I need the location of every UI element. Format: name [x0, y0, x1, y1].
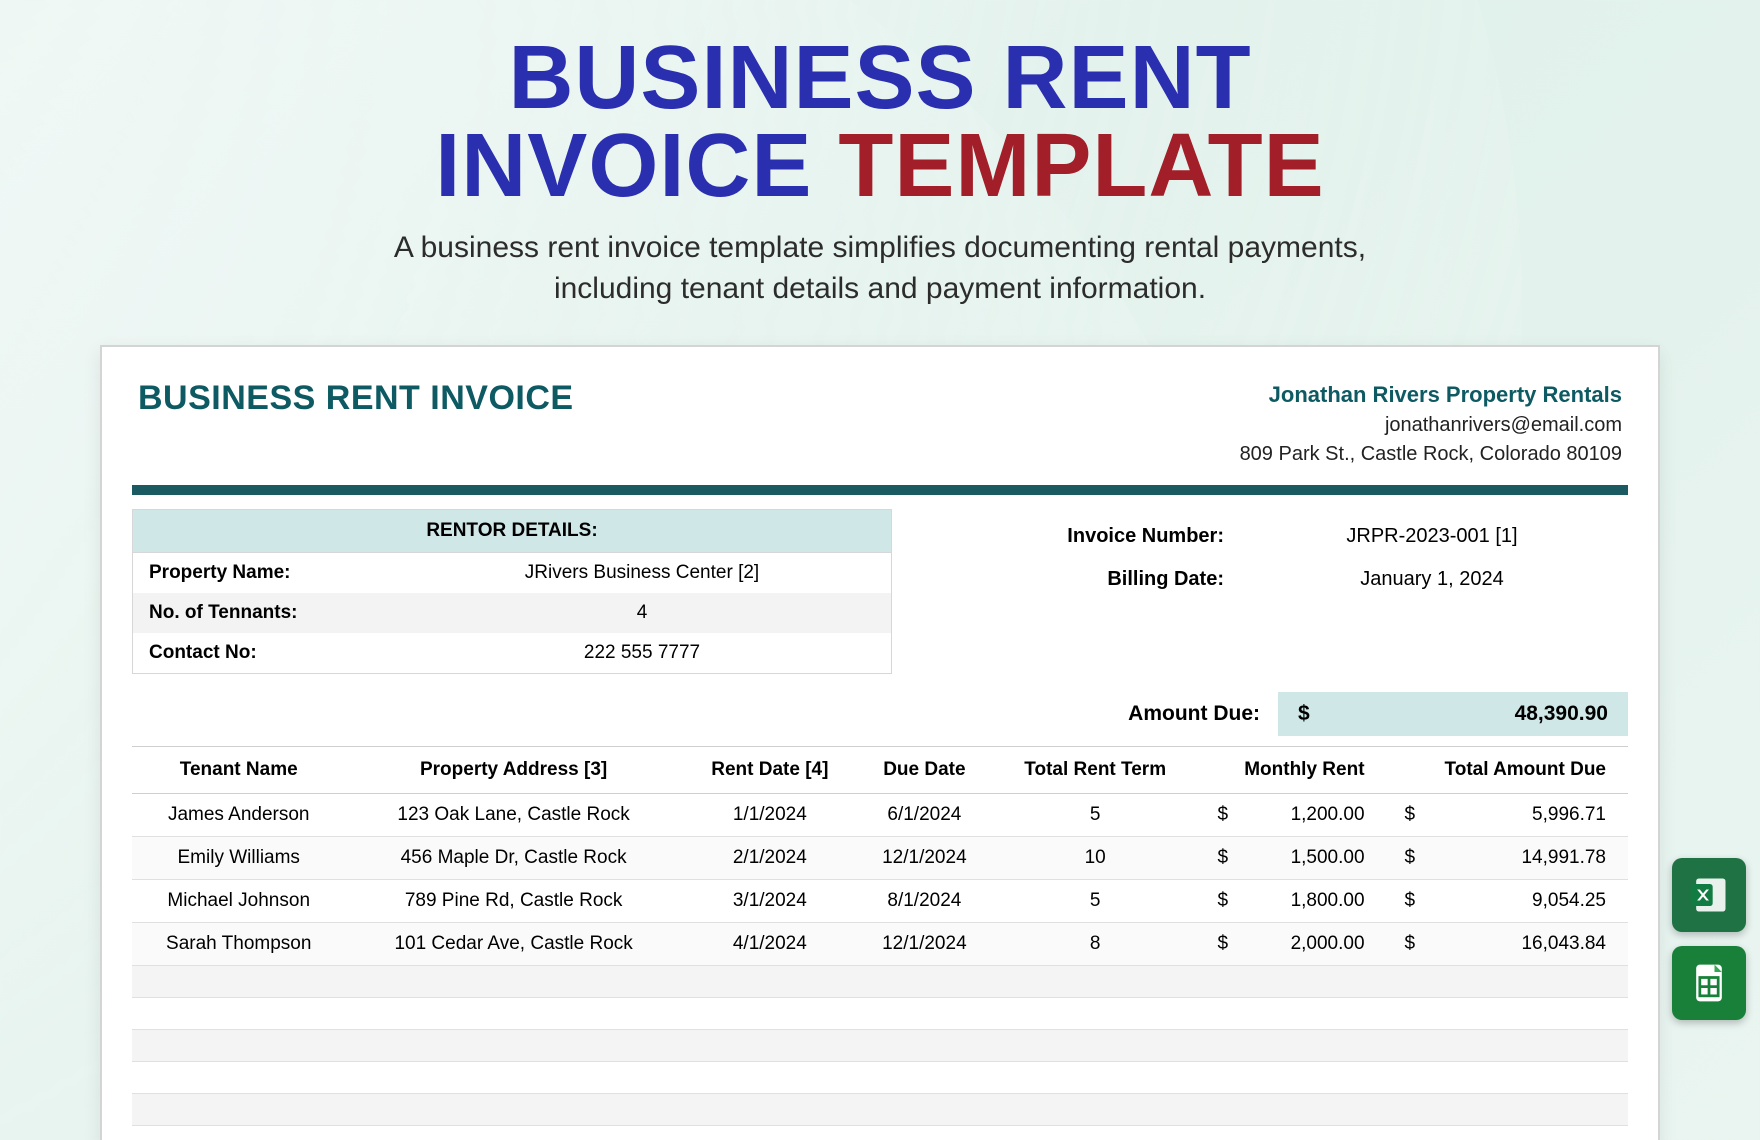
- tenants-value: 4: [393, 593, 891, 633]
- cell-monthly-cur: $: [1200, 880, 1237, 923]
- rentor-header: RENTOR DETAILS:: [133, 510, 891, 553]
- cell-tenant: Emily Williams: [132, 837, 345, 880]
- rentor-details: RENTOR DETAILS: Property Name: JRivers B…: [132, 509, 892, 674]
- table-row-empty: [132, 1126, 1628, 1140]
- tenants-label: No. of Tennants:: [133, 593, 393, 633]
- table-row-empty: [132, 1094, 1628, 1126]
- table-row: Sarah Thompson101 Cedar Ave, Castle Rock…: [132, 923, 1628, 966]
- billing-date-label: Billing Date:: [916, 558, 1236, 601]
- cell-total-cur: $: [1387, 880, 1424, 923]
- cell-tenant: James Anderson: [132, 794, 345, 837]
- col-tenant: Tenant Name: [132, 747, 345, 794]
- cell-tenant: Michael Johnson: [132, 880, 345, 923]
- cell-total-cur: $: [1387, 794, 1424, 837]
- amount-due-row: Amount Due: $ 48,390.90: [120, 674, 1640, 746]
- title-line2a: INVOICE: [435, 116, 812, 216]
- cell-address: 456 Maple Dr, Castle Rock: [345, 837, 681, 880]
- cell-rentdate: 3/1/2024: [682, 880, 858, 923]
- col-total: Total Amount Due: [1387, 747, 1628, 794]
- cell-total: 5,996.71: [1423, 794, 1628, 837]
- cell-tenant: Sarah Thompson: [132, 923, 345, 966]
- cell-term: 5: [991, 794, 1200, 837]
- cell-monthly-cur: $: [1200, 923, 1237, 966]
- billing-date-value: January 1, 2024: [1236, 558, 1628, 601]
- cell-monthly-cur: $: [1200, 794, 1237, 837]
- table-row: James Anderson123 Oak Lane, Castle Rock1…: [132, 794, 1628, 837]
- cell-rentdate: 2/1/2024: [682, 837, 858, 880]
- company-email: jonathanrivers@email.com: [1240, 411, 1622, 440]
- invoice-table: Tenant Name Property Address [3] Rent Da…: [132, 746, 1628, 1140]
- cell-term: 5: [991, 880, 1200, 923]
- format-badges: [1672, 858, 1746, 1020]
- subtitle: A business rent invoice template simplif…: [0, 228, 1760, 309]
- cell-duedate: 12/1/2024: [858, 923, 991, 966]
- col-rentdate: Rent Date [4]: [682, 747, 858, 794]
- invoice-title: BUSINESS RENT INVOICE: [138, 379, 574, 418]
- page-title: BUSINESS RENT INVOICE TEMPLATE: [0, 34, 1760, 210]
- cell-duedate: 6/1/2024: [858, 794, 991, 837]
- table-row-empty: [132, 966, 1628, 998]
- cell-term: 10: [991, 837, 1200, 880]
- property-name-value: JRivers Business Center [2]: [393, 553, 891, 593]
- table-row-empty: [132, 1062, 1628, 1094]
- google-sheets-icon[interactable]: [1672, 946, 1746, 1020]
- invoice-sheet: BUSINESS RENT INVOICE Jonathan Rivers Pr…: [100, 345, 1660, 1140]
- cell-address: 101 Cedar Ave, Castle Rock: [345, 923, 681, 966]
- cell-rentdate: 1/1/2024: [682, 794, 858, 837]
- col-term: Total Rent Term: [991, 747, 1200, 794]
- col-monthly: Monthly Rent: [1200, 747, 1387, 794]
- cell-duedate: 12/1/2024: [858, 837, 991, 880]
- invoice-number-label: Invoice Number:: [916, 515, 1236, 558]
- cell-term: 8: [991, 923, 1200, 966]
- amount-due-label: Amount Due:: [1110, 692, 1278, 736]
- cell-rentdate: 4/1/2024: [682, 923, 858, 966]
- table-row: Michael Johnson789 Pine Rd, Castle Rock3…: [132, 880, 1628, 923]
- table-row-empty: [132, 998, 1628, 1030]
- cell-monthly-cur: $: [1200, 837, 1237, 880]
- divider: [132, 485, 1628, 495]
- cell-duedate: 8/1/2024: [858, 880, 991, 923]
- table-row-empty: [132, 1030, 1628, 1062]
- hero: BUSINESS RENT INVOICE TEMPLATE A busines…: [0, 0, 1760, 309]
- company-name: Jonathan Rivers Property Rentals: [1240, 379, 1622, 411]
- amount-due-value: 48,390.90: [1388, 692, 1628, 736]
- table-row: Emily Williams456 Maple Dr, Castle Rock2…: [132, 837, 1628, 880]
- cell-total-cur: $: [1387, 837, 1424, 880]
- cell-monthly: 2,000.00: [1236, 923, 1386, 966]
- property-name-label: Property Name:: [133, 553, 393, 593]
- cell-address: 123 Oak Lane, Castle Rock: [345, 794, 681, 837]
- cell-monthly: 1,500.00: [1236, 837, 1386, 880]
- invoice-number-value: JRPR-2023-001 [1]: [1236, 515, 1628, 558]
- title-line2b: TEMPLATE: [838, 116, 1324, 216]
- col-address: Property Address [3]: [345, 747, 681, 794]
- table-header-row: Tenant Name Property Address [3] Rent Da…: [132, 747, 1628, 794]
- cell-monthly: 1,800.00: [1236, 880, 1386, 923]
- cell-total: 9,054.25: [1423, 880, 1628, 923]
- cell-total: 14,991.78: [1423, 837, 1628, 880]
- contact-label: Contact No:: [133, 633, 393, 673]
- cell-address: 789 Pine Rd, Castle Rock: [345, 880, 681, 923]
- cell-monthly: 1,200.00: [1236, 794, 1386, 837]
- contact-value: 222 555 7777: [393, 633, 891, 673]
- cell-total: 16,043.84: [1423, 923, 1628, 966]
- amount-due-currency: $: [1278, 692, 1388, 736]
- excel-icon[interactable]: [1672, 858, 1746, 932]
- company-address: 809 Park St., Castle Rock, Colorado 8010…: [1240, 440, 1622, 469]
- cell-total-cur: $: [1387, 923, 1424, 966]
- company-block: Jonathan Rivers Property Rentals jonatha…: [1240, 379, 1622, 469]
- col-duedate: Due Date: [858, 747, 991, 794]
- title-line1: BUSINESS RENT: [508, 28, 1251, 128]
- invoice-meta: Invoice Number: JRPR-2023-001 [1] Billin…: [916, 509, 1628, 674]
